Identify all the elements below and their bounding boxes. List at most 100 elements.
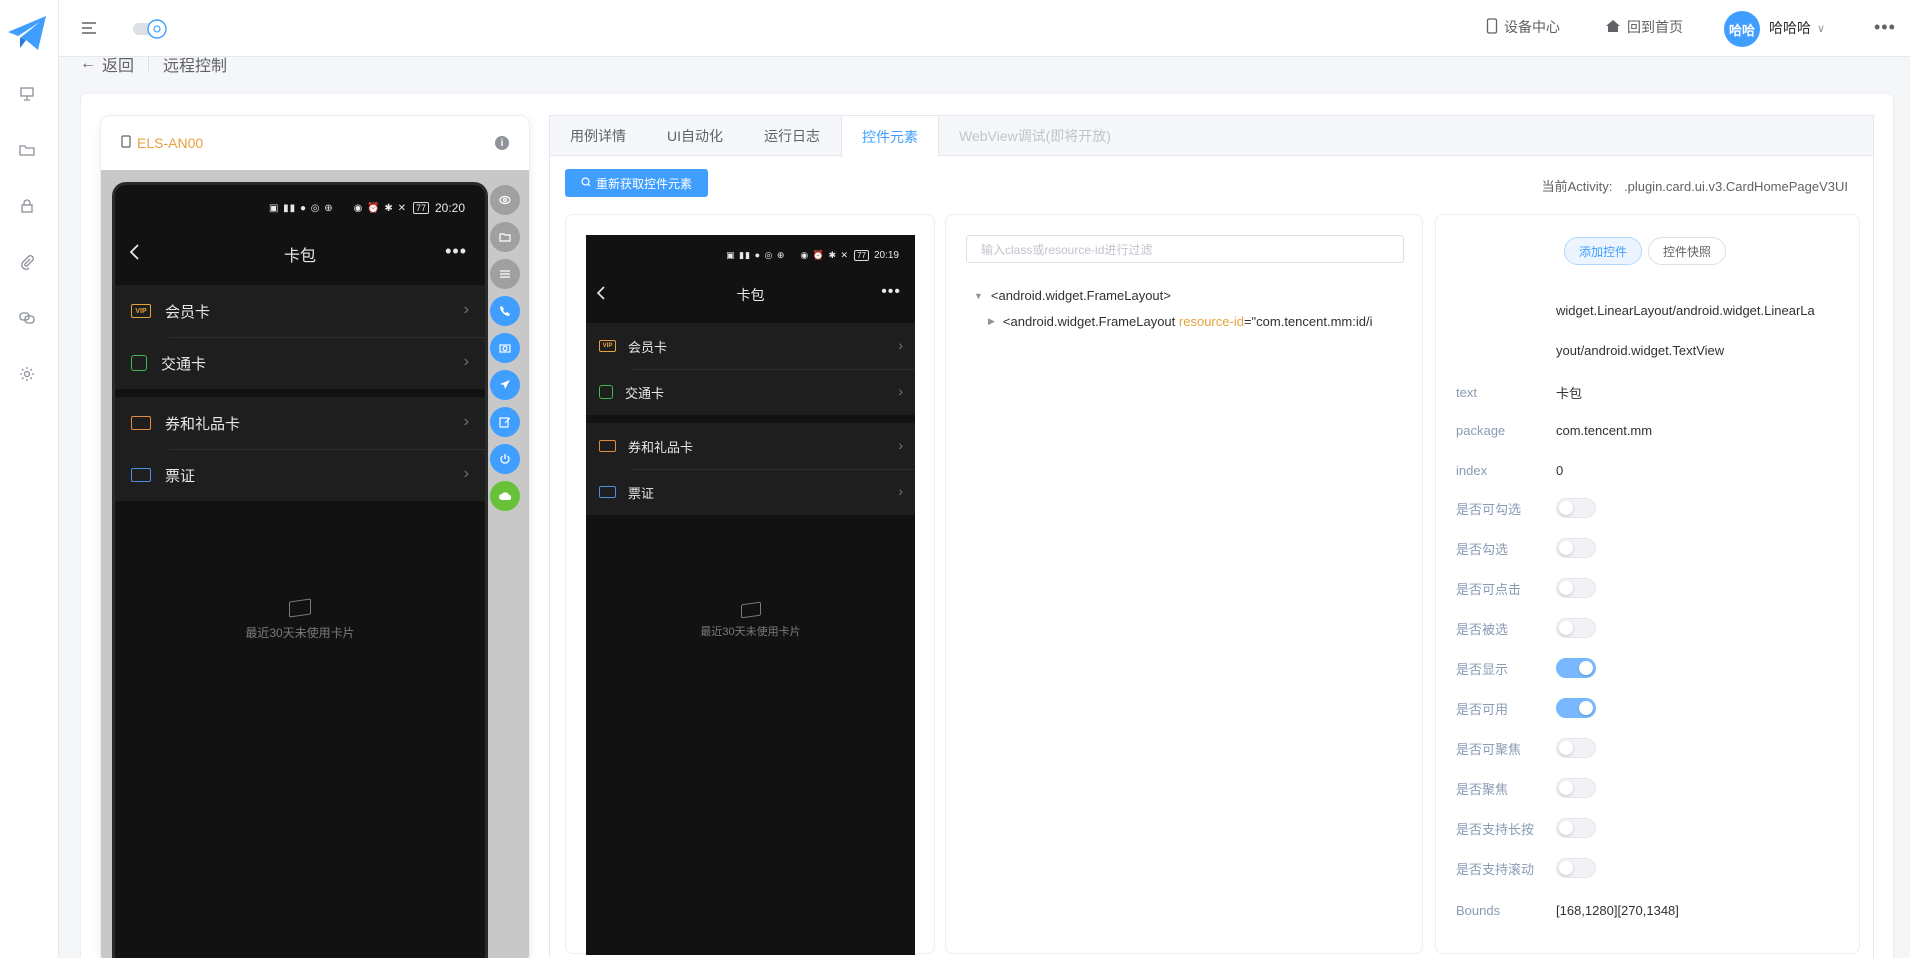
tab-run-log[interactable]: 运行日志 xyxy=(744,116,841,156)
lock-icon[interactable] xyxy=(17,196,37,216)
mini-card-group-2: 券和礼品卡 › 票证 › xyxy=(586,423,915,515)
tab-ui-automation[interactable]: UI自动化 xyxy=(647,116,744,156)
card-item-id[interactable]: 票证 › xyxy=(115,449,485,501)
tree-node-child[interactable]: ▶ <android.widget.FrameLayout resource-i… xyxy=(988,314,1408,329)
device-screen-area: ▣ ▮▮ ● ◎ ⊕ ◉ ⏰ ✱ ✕ 77 20:20 卡包 ••• VIP 会… xyxy=(101,170,529,958)
home-link[interactable]: 回到首页 xyxy=(1605,16,1683,38)
folder-icon[interactable] xyxy=(17,140,37,160)
back-icon xyxy=(596,285,606,304)
prop-switch[interactable] xyxy=(1556,778,1596,798)
class-path-line: widget.LinearLayout/android.widget.Linea… xyxy=(1556,303,1815,318)
prop-toggle-row: 是否可用 xyxy=(1456,698,1596,718)
card-group-2: 券和礼品卡 › 票证 › xyxy=(115,397,485,501)
prop-toggle-row: 是否支持滚动 xyxy=(1456,858,1596,878)
screenshot-image[interactable]: ▣ ▮▮ ● ◎ ⊕ ◉ ⏰ ✱ ✕ 77 20:19 卡包 ••• VIP 会… xyxy=(586,235,915,955)
prop-toggle-row: 是否可勾选 xyxy=(1456,498,1596,518)
edit-icon[interactable] xyxy=(490,407,520,437)
mini-nav-bar: 卡包 ••• xyxy=(586,275,915,315)
chevron-right-icon: › xyxy=(898,337,903,353)
prop-switch[interactable] xyxy=(1556,538,1596,558)
prop-switch[interactable] xyxy=(1556,738,1596,758)
status-time: 20:20 xyxy=(434,201,465,215)
phone-back-icon[interactable] xyxy=(129,243,141,266)
location-icon[interactable] xyxy=(490,370,520,400)
tree-node-root[interactable]: ▼ <android.widget.FrameLayout> xyxy=(974,288,1171,303)
prop-package: package com.tencent.mm xyxy=(1456,423,1653,438)
chevron-right-icon: › xyxy=(898,483,903,499)
paper-plane-logo-icon[interactable] xyxy=(6,12,48,54)
caret-down-icon: ▼ xyxy=(974,290,983,301)
prop-switch[interactable] xyxy=(1556,858,1596,878)
more-icon: ••• xyxy=(881,283,901,300)
status-icons: ▣ ▮▮ ● ◎ ⊕ xyxy=(726,249,786,260)
arrow-left-icon: ← xyxy=(80,55,96,72)
prop-switch[interactable] xyxy=(1556,578,1596,598)
prop-toggle-row: 是否可点击 xyxy=(1456,578,1596,598)
card-item-member[interactable]: VIP 会员卡 › xyxy=(115,285,485,337)
sliders-icon[interactable] xyxy=(490,259,520,289)
card-item-transit[interactable]: 交通卡 › xyxy=(115,337,485,389)
search-icon xyxy=(581,176,591,190)
chevron-right-icon: › xyxy=(898,437,903,453)
prop-switch[interactable] xyxy=(1556,658,1596,678)
chevron-right-icon: › xyxy=(463,465,469,482)
vip-icon: VIP xyxy=(599,340,616,352)
power-icon[interactable] xyxy=(490,444,520,474)
chat-bubbles-icon[interactable] xyxy=(17,308,37,328)
mini-card-group-1: VIP 会员卡 › 交通卡 › xyxy=(586,323,915,415)
mini-card-item: 券和礼品卡 › xyxy=(586,423,915,469)
status-time: 20:19 xyxy=(873,249,899,261)
prop-toggle-row: 是否聚焦 xyxy=(1456,778,1596,798)
view-icon[interactable] xyxy=(490,185,520,215)
status-icons: ▣ ▮▮ ● ◎ ⊕ xyxy=(268,202,334,214)
prop-toggle-row: 是否勾选 xyxy=(1456,538,1596,558)
prop-bounds: Bounds [168,1280][270,1348] xyxy=(1456,903,1679,918)
phone-more-icon[interactable]: ••• xyxy=(445,241,467,262)
top-bar: 设备中心 回到首页 哈哈 哈哈哈 ∨ ••• xyxy=(59,0,1910,57)
menu-toggle-icon[interactable] xyxy=(79,18,99,38)
user-menu[interactable]: 哈哈哈 ∨ xyxy=(1769,18,1825,38)
phone-nav-bar: 卡包 ••• xyxy=(115,231,485,277)
prop-toggle-row: 是否显示 xyxy=(1456,658,1596,678)
status-icons-right: ◉ ⏰ ✱ ✕ xyxy=(353,202,407,214)
prop-switch[interactable] xyxy=(1556,818,1596,838)
status-icons-right: ◉ ⏰ ✱ ✕ xyxy=(800,249,850,260)
vip-icon: VIP xyxy=(131,304,151,318)
card-item-coupon[interactable]: 券和礼品卡 › xyxy=(115,397,485,449)
refresh-elements-button[interactable]: 重新获取控件元素 xyxy=(565,169,708,197)
tab-elements[interactable]: 控件元素 xyxy=(841,116,939,157)
paperclip-icon[interactable] xyxy=(17,252,37,272)
chevron-right-icon: › xyxy=(463,301,469,318)
files-icon[interactable] xyxy=(490,222,520,252)
mini-card-item: VIP 会员卡 › xyxy=(586,323,915,369)
battery-badge: 77 xyxy=(412,202,429,214)
screenshot-panel: ▣ ▮▮ ● ◎ ⊕ ◉ ⏰ ✱ ✕ 77 20:19 卡包 ••• VIP 会… xyxy=(565,214,935,955)
mini-card-item: 票证 › xyxy=(586,469,915,515)
side-rail xyxy=(0,0,59,958)
prop-index: index 0 xyxy=(1456,463,1564,478)
bus-icon xyxy=(131,355,147,371)
inspector-panel: 用例详情 UI自动化 运行日志 控件元素 WebView调试(即将开放) 重新获… xyxy=(549,115,1874,958)
avatar[interactable]: 哈哈 xyxy=(1724,11,1760,47)
call-icon[interactable] xyxy=(490,296,520,326)
tree-filter-input[interactable]: 输入class或resource-id进行过滤 xyxy=(966,235,1404,263)
add-control-button[interactable]: 添加控件 xyxy=(1564,237,1643,265)
caret-right-icon: ▶ xyxy=(988,316,995,326)
theme-switch[interactable] xyxy=(133,18,169,40)
more-options-icon[interactable]: ••• xyxy=(1874,17,1896,38)
upload-icon[interactable] xyxy=(490,481,520,511)
presentation-icon[interactable] xyxy=(17,84,37,104)
info-icon[interactable]: i xyxy=(495,136,509,150)
camera-icon[interactable] xyxy=(490,333,520,363)
control-snapshot-button[interactable]: 控件快照 xyxy=(1648,237,1727,265)
tab-case-details[interactable]: 用例详情 xyxy=(550,116,647,156)
phone-screen[interactable]: ▣ ▮▮ ● ◎ ⊕ ◉ ⏰ ✱ ✕ 77 20:20 卡包 ••• VIP 会… xyxy=(112,182,488,958)
settings-gear-icon[interactable] xyxy=(17,364,37,384)
device-center-link[interactable]: 设备中心 xyxy=(1486,16,1560,38)
chevron-down-icon: ∨ xyxy=(1817,22,1826,35)
prop-switch[interactable] xyxy=(1556,618,1596,638)
phone-title: 卡包 xyxy=(283,248,316,265)
prop-switch[interactable] xyxy=(1556,498,1596,518)
bus-icon xyxy=(599,385,613,399)
prop-switch[interactable] xyxy=(1556,698,1596,718)
